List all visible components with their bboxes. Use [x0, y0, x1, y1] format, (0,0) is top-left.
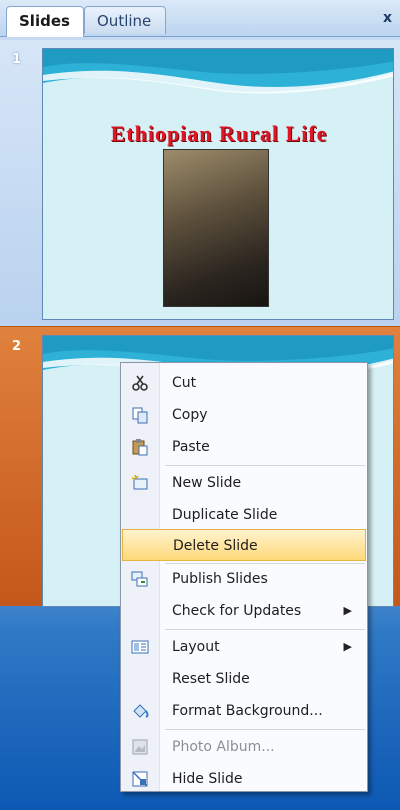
photo-album-icon [132, 739, 148, 755]
slide-thumbnail-1[interactable]: Ethiopian Rural Life [42, 48, 394, 320]
menu-item-new-slide[interactable]: New Slide [122, 467, 366, 499]
menu-item-format-background[interactable]: Format Background... [122, 695, 366, 727]
submenu-arrow-icon: ▶ [343, 604, 352, 617]
scissors-icon [132, 375, 148, 391]
menu-item-hide-slide[interactable]: Hide Slide [122, 763, 366, 795]
menu-separator [165, 465, 365, 466]
paste-icon [132, 439, 148, 456]
menu-separator [165, 629, 365, 630]
context-menu: Cut Copy Paste New Slide Duplicate Slide… [120, 362, 368, 792]
close-pane-button[interactable]: x [383, 10, 392, 26]
menu-item-layout[interactable]: Layout ▶ [122, 631, 366, 663]
menu-item-delete-slide[interactable]: Delete Slide [122, 529, 366, 561]
menu-item-publish-slides[interactable]: Publish Slides [122, 563, 366, 595]
slides-pane-tabbar: Slides Outline x [0, 0, 400, 37]
new-slide-icon [131, 474, 148, 490]
menu-item-duplicate-slide[interactable]: Duplicate Slide [122, 499, 366, 531]
menu-item-check-for-updates[interactable]: Check for Updates ▶ [122, 595, 366, 627]
photo-image [163, 149, 269, 307]
menu-item-paste[interactable]: Paste [122, 431, 366, 463]
tab-slides[interactable]: Slides [6, 6, 84, 37]
slide-number: 1 [12, 52, 22, 67]
paint-bucket-icon [133, 704, 149, 718]
hide-slide-icon [132, 771, 148, 787]
slide-title: Ethiopian Rural Life [110, 121, 328, 146]
tab-outline[interactable]: Outline [84, 6, 166, 34]
slide-row-1[interactable]: 1 Ethiopian Rural Life [0, 40, 400, 326]
menu-item-copy[interactable]: Copy [122, 399, 366, 431]
copy-icon [132, 407, 148, 424]
submenu-arrow-icon: ▶ [343, 640, 352, 653]
menu-item-photo-album[interactable]: Photo Album... [122, 731, 366, 763]
menu-separator [165, 729, 365, 730]
wave-decoration [43, 49, 393, 94]
menu-item-cut[interactable]: Cut [122, 367, 366, 399]
menu-item-reset-slide[interactable]: Reset Slide [122, 663, 366, 695]
layout-icon [131, 640, 149, 654]
publish-icon [131, 571, 148, 587]
slide-number: 2 [12, 339, 22, 354]
